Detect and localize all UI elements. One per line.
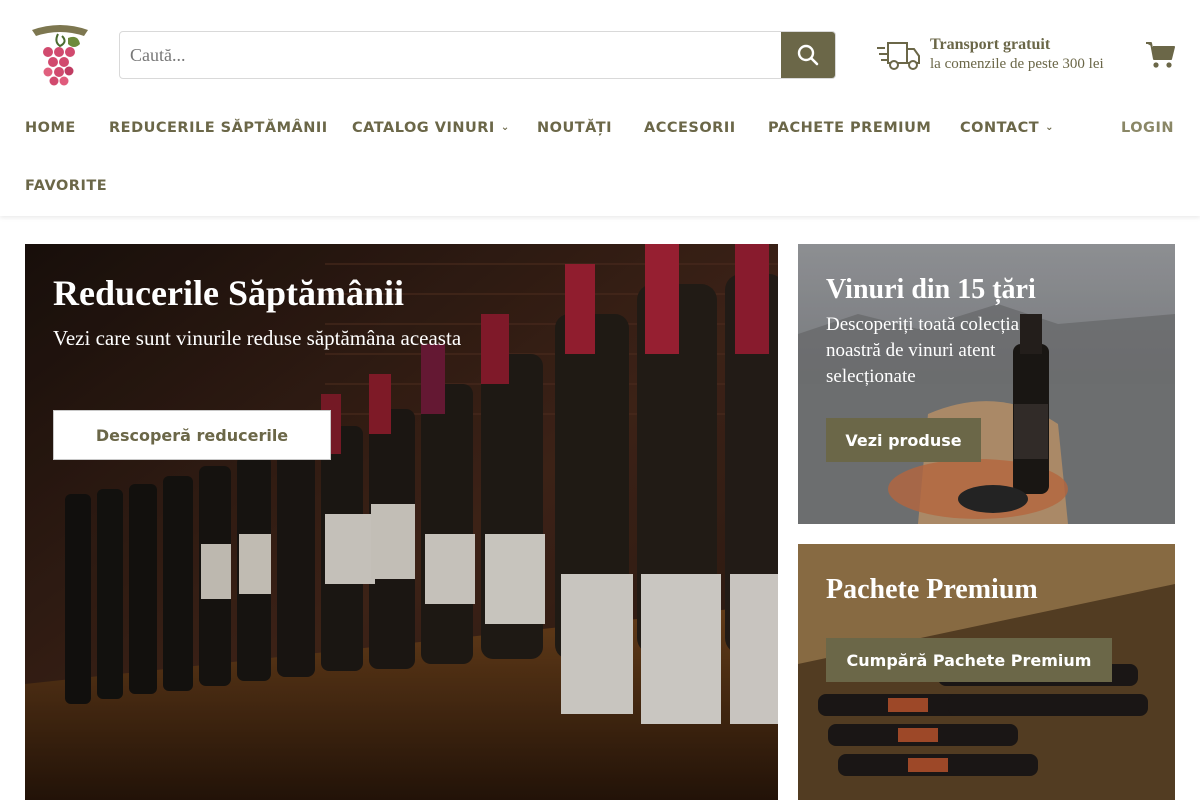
nav-accessories-label: ACCESORII — [644, 120, 736, 136]
search-input[interactable] — [120, 32, 782, 78]
free-shipping-notice: Transport gratuit la comenzile de peste … — [877, 36, 1127, 80]
nav-weekly-discounts[interactable]: REDUCERILE SĂPTĂMÂNII — [109, 120, 328, 136]
cart-icon — [1146, 42, 1175, 68]
view-products-button[interactable]: Vezi produse — [826, 418, 981, 462]
search-button[interactable] — [781, 32, 835, 78]
countries-title: Vinuri din 15 țări — [826, 274, 1036, 305]
tile-countries[interactable]: Vinuri din 15 țări Descoperiți toată col… — [798, 244, 1175, 524]
nav-new-arrivals-label: NOUTĂȚI — [537, 120, 613, 136]
buy-premium-packages-button[interactable]: Cumpără Pachete Premium — [826, 638, 1112, 682]
nav-contact[interactable]: CONTACT ⌄ — [960, 120, 1054, 136]
grape-logo-icon — [32, 25, 88, 86]
nav-new-arrivals[interactable]: NOUTĂȚI — [537, 120, 612, 136]
nav-contact-label: CONTACT — [960, 120, 1040, 136]
chevron-down-icon: ⌄ — [500, 122, 510, 133]
hero-title: Reducerile Săptămânii — [53, 273, 404, 313]
nav-login-label: LOGIN — [1121, 120, 1174, 136]
shipping-subtitle: la comenzile de peste 300 lei — [930, 56, 1104, 72]
cart-button[interactable] — [1145, 40, 1175, 70]
search-icon — [797, 44, 819, 66]
nav-home[interactable]: HOME — [25, 120, 76, 136]
truck-icon — [877, 42, 920, 70]
nav-home-label: HOME — [25, 120, 76, 136]
premium-title: Pachete Premium — [826, 574, 1038, 605]
shipping-title: Transport gratuit — [930, 36, 1051, 53]
nav-wine-catalog-label: CATALOG VINURI — [352, 120, 495, 136]
countries-subtitle: Descoperiți toată colecția noastră de vi… — [826, 314, 1020, 387]
nav-premium-packages-label: PACHETE PREMIUM — [768, 120, 932, 136]
search-bar — [119, 31, 836, 79]
nav-login[interactable]: LOGIN — [1121, 120, 1174, 136]
tile-premium-packages[interactable]: Pachete Premium Cumpără Pachete Premium — [798, 544, 1175, 800]
store-logo[interactable] — [28, 20, 92, 90]
nav-premium-packages[interactable]: PACHETE PREMIUM — [768, 120, 931, 136]
hero-subtitle: Vezi care sunt vinurile reduse săptămâna… — [53, 326, 462, 350]
hero-tile-weekly-discounts[interactable]: Reducerile Săptămânii Vezi care sunt vin… — [25, 244, 778, 800]
site-header: Transport gratuit la comenzile de peste … — [0, 0, 1200, 216]
nav-favorites-label: FAVORITE — [25, 178, 108, 194]
nav-weekly-discounts-label: REDUCERILE SĂPTĂMÂNII — [109, 120, 328, 136]
nav-favorites[interactable]: FAVORITE — [25, 178, 107, 194]
nav-accessories[interactable]: ACCESORII — [644, 120, 736, 136]
nav-wine-catalog[interactable]: CATALOG VINURI ⌄ — [352, 120, 510, 136]
discover-discounts-button[interactable]: Descoperă reducerile — [53, 410, 331, 460]
chevron-down-icon: ⌄ — [1045, 122, 1055, 133]
